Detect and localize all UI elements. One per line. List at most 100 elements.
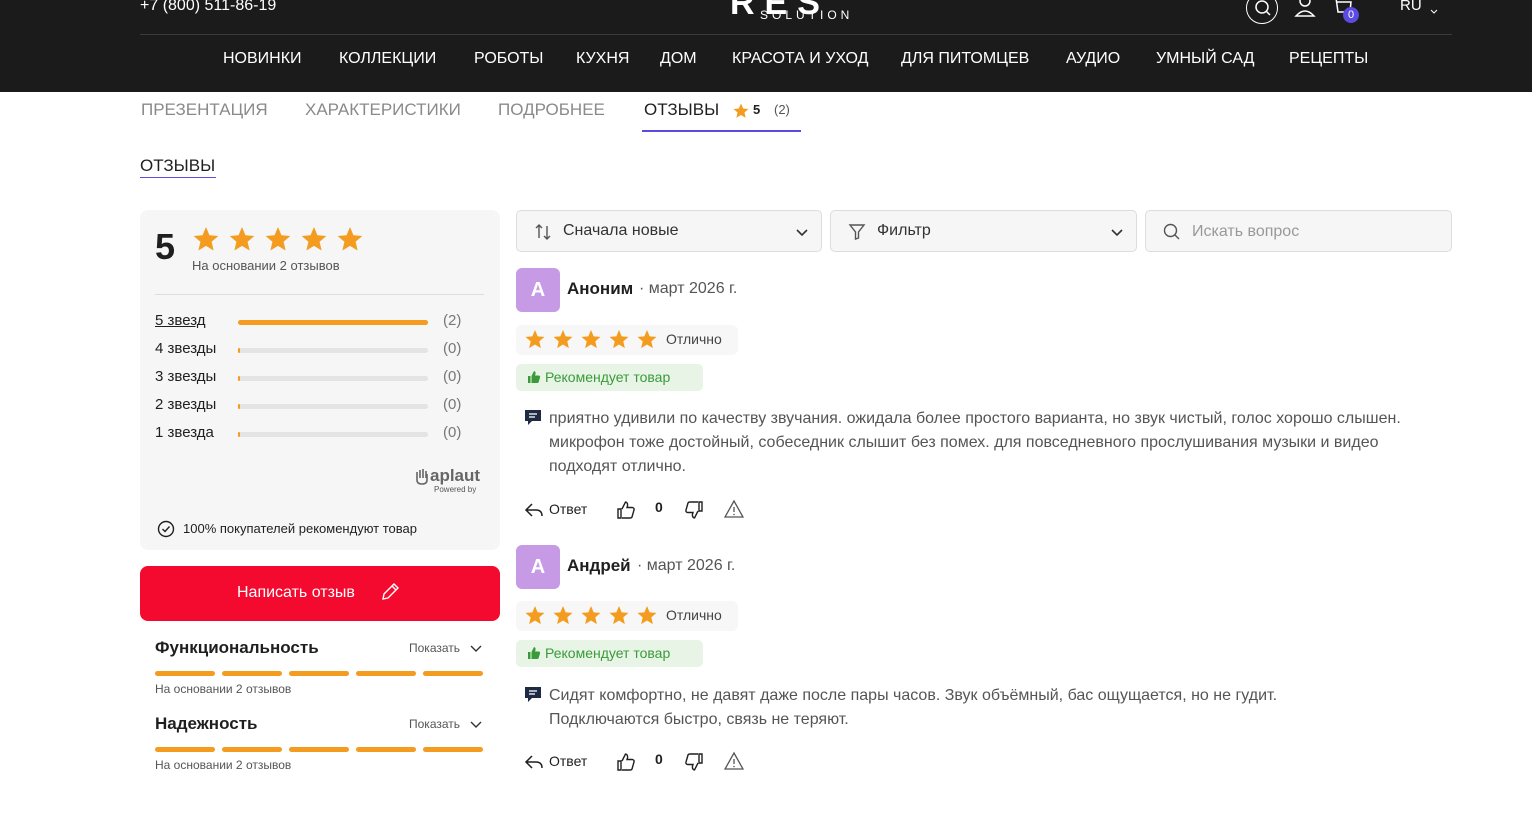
chevron-down-icon	[1110, 226, 1124, 240]
nav-item-garden[interactable]: УМНЫЙ САД	[1156, 50, 1254, 68]
star-icon	[265, 227, 291, 251]
logo[interactable]: RES SOLUTION	[730, 0, 860, 22]
search-icon[interactable]	[1246, 0, 1278, 24]
review-stars	[525, 606, 657, 625]
star-icon	[193, 227, 219, 251]
phone-number[interactable]: +7 (800) 511-86-19	[140, 0, 276, 15]
distribution-row-1: 1 звезда (0)	[155, 424, 465, 444]
nav-item-collections[interactable]: КОЛЛЕКЦИИ	[339, 50, 436, 68]
header-divider	[140, 34, 1452, 35]
distribution-bar	[238, 320, 428, 325]
header: +7 (800) 511-86-19 RES SOLUTION 0 RU НОВ…	[0, 0, 1532, 92]
review-date: · март 2026 г.	[637, 557, 736, 574]
tab-review-count: (2)	[774, 102, 790, 117]
reply-button[interactable]: Ответ	[549, 501, 587, 517]
nav-item-kitchen[interactable]: КУХНЯ	[576, 50, 629, 68]
distribution-row-5[interactable]: 5 звезд (2)	[155, 312, 465, 332]
distribution-row-2: 2 звезды (0)	[155, 396, 465, 416]
review-date: · март 2026 г.	[639, 280, 738, 297]
star-icon	[637, 606, 657, 625]
reply-icon[interactable]	[524, 501, 544, 519]
language-selector[interactable]: RU	[1400, 0, 1422, 14]
nav-item-recipes[interactable]: РЕЦЕПТЫ	[1289, 50, 1368, 68]
distribution-bar	[238, 376, 428, 381]
filter-dropdown[interactable]: Фильтр	[830, 210, 1137, 252]
user-icon[interactable]	[1294, 0, 1316, 18]
reply-button[interactable]: Ответ	[549, 753, 587, 769]
distribution-label[interactable]: 5 звезд	[155, 312, 206, 329]
distribution-bar	[238, 404, 428, 409]
star-icon	[337, 227, 363, 251]
active-tab-indicator	[642, 130, 801, 132]
review-rating: Отлично	[516, 325, 738, 355]
star-icon	[301, 227, 327, 251]
logo-sub: SOLUTION	[760, 8, 854, 22]
star-icon	[609, 330, 629, 349]
score-segment	[222, 671, 282, 676]
avatar: А	[516, 545, 560, 589]
attribute-show-toggle[interactable]: Показать	[409, 717, 460, 731]
attribute-based-on: На основании 2 отзывов	[155, 682, 292, 696]
nav-item-pets[interactable]: ДЛЯ ПИТОМЦЕВ	[901, 50, 1029, 68]
score-segment	[423, 671, 483, 676]
review-rating: Отлично	[516, 601, 738, 631]
distribution-row-4: 4 звезды (0)	[155, 340, 465, 360]
tab-presentation[interactable]: ПРЕЗЕНТАЦИЯ	[141, 100, 268, 120]
like-icon[interactable]	[616, 752, 636, 772]
tab-reviews[interactable]: ОТЗЫВЫ	[644, 100, 719, 120]
rating-stars	[192, 226, 368, 254]
review-text: приятно удивили по качеству звучания. ож…	[549, 410, 1401, 475]
attribute-title: Функциональность	[155, 638, 319, 657]
sort-icon	[533, 222, 553, 242]
star-icon	[581, 606, 601, 625]
rating-label: Отлично	[666, 607, 722, 623]
star-icon	[637, 330, 657, 349]
star-icon	[525, 330, 545, 349]
review-actions: Ответ 0	[516, 750, 756, 774]
score-segment	[222, 747, 282, 752]
thumbs-up-icon	[527, 646, 541, 660]
like-icon[interactable]	[616, 500, 636, 520]
distribution-count: (0)	[443, 396, 462, 413]
write-review-label: Написать отзыв	[237, 584, 355, 601]
chevron-down-icon[interactable]	[469, 642, 483, 656]
vote-count: 0	[655, 751, 663, 767]
distribution-label: 1 звезда	[155, 424, 214, 441]
reply-icon[interactable]	[524, 753, 544, 771]
write-review-button[interactable]: Написать отзыв	[140, 566, 500, 621]
report-icon[interactable]	[723, 751, 745, 771]
score-segment	[423, 747, 483, 752]
distribution-bar-fill	[238, 348, 240, 353]
distribution-bar-fill	[238, 432, 240, 437]
chevron-down-icon[interactable]	[469, 718, 483, 732]
star-icon	[581, 330, 601, 349]
tab-specs[interactable]: ХАРАКТЕРИСТИКИ	[305, 100, 461, 120]
powered-by-text: Powered by	[434, 485, 477, 494]
pencil-icon	[379, 581, 401, 603]
cart-count-badge: 0	[1343, 7, 1359, 23]
distribution-bar-fill	[238, 404, 240, 409]
score-segment	[289, 671, 349, 676]
score-segment	[155, 671, 215, 676]
attribute-show-toggle[interactable]: Показать	[409, 641, 460, 655]
comment-icon	[523, 408, 543, 428]
question-search[interactable]	[1145, 210, 1452, 252]
nav-item-home[interactable]: ДОМ	[660, 50, 697, 68]
attribute-score-bar	[155, 747, 484, 752]
nav-item-robots[interactable]: РОБОТЫ	[474, 50, 543, 68]
tab-details[interactable]: ПОДРОБНЕЕ	[498, 100, 605, 120]
search-input[interactable]	[1192, 219, 1442, 245]
nav-item-new[interactable]: НОВИНКИ	[223, 50, 302, 68]
dislike-icon[interactable]	[684, 500, 704, 520]
nav-item-beauty[interactable]: КРАСОТА И УХОД	[732, 50, 868, 68]
aplaut-logo[interactable]: aplaut	[430, 466, 480, 486]
nav-item-audio[interactable]: АУДИО	[1066, 50, 1120, 68]
sort-dropdown[interactable]: Сначала новые	[516, 210, 822, 252]
review-stars	[525, 330, 657, 349]
distribution-label: 3 звезды	[155, 368, 217, 385]
attribute-title: Надежность	[155, 714, 258, 733]
attribute-score-bar	[155, 671, 484, 676]
dislike-icon[interactable]	[684, 752, 704, 772]
star-icon	[732, 102, 750, 120]
report-icon[interactable]	[723, 499, 745, 519]
